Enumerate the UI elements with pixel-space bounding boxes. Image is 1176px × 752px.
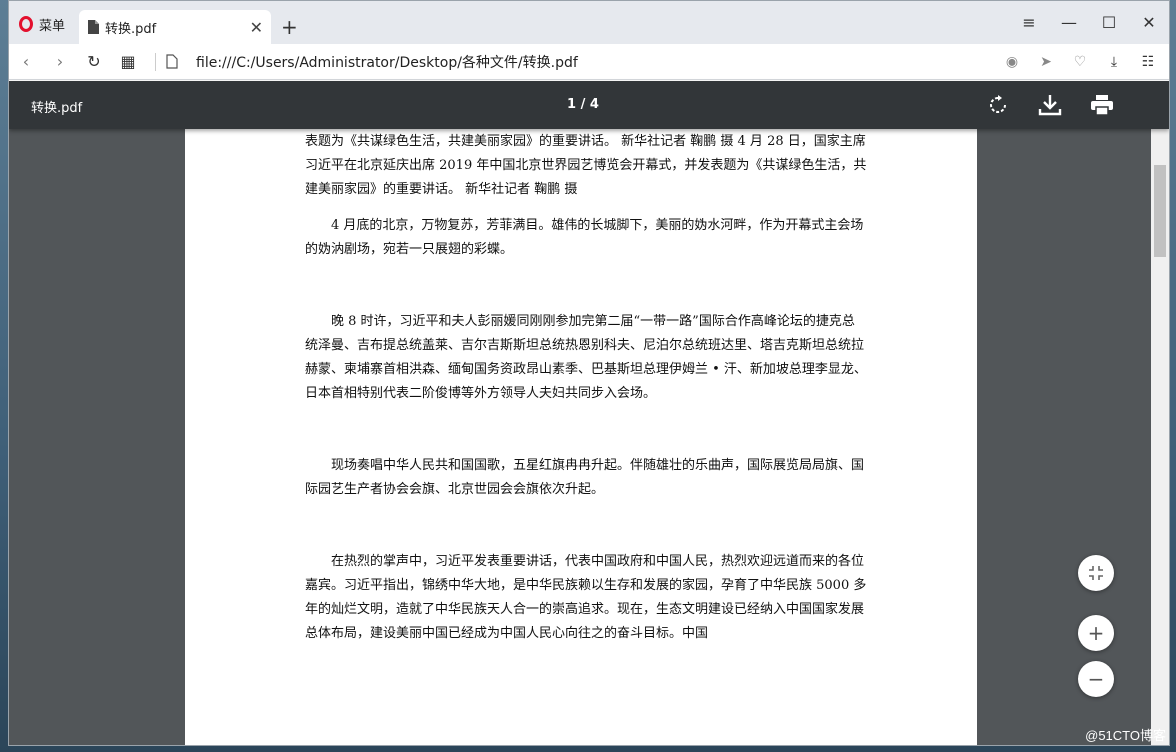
address-bar: ‹ › ↻ ▦ file:///C:/Users/Administrator/D… xyxy=(9,44,1169,80)
zoom-out-button[interactable]: − xyxy=(1078,661,1114,697)
tab-close-icon[interactable]: ✕ xyxy=(250,18,263,37)
menu-label: 菜单 xyxy=(39,18,66,34)
paragraph: 在热烈的掌声中，习近平发表重要讲话，代表中国政府和中国人民，热烈欢迎远道而来的各… xyxy=(305,554,867,641)
snapshot-icon[interactable]: ◉ xyxy=(997,54,1027,70)
page-info-icon[interactable] xyxy=(166,54,178,69)
download-icon[interactable]: ⤓ xyxy=(1099,54,1129,70)
window-controls: ≡ — ☐ ✕ xyxy=(1009,9,1169,35)
tab-active[interactable]: 转换.pdf ✕ xyxy=(79,10,271,44)
scrollbar-thumb[interactable] xyxy=(1154,165,1166,257)
opera-logo-icon xyxy=(19,16,33,32)
paragraph: 现场奏唱中华人民共和国国歌，五星红旗冉冉升起。伴随雄壮的乐曲声，国际展览局局旗、… xyxy=(305,458,865,497)
opera-menu-button[interactable]: 菜单 xyxy=(13,11,71,37)
close-window-button[interactable]: ✕ xyxy=(1129,9,1169,35)
speed-dial-icon[interactable]: ▦ xyxy=(111,52,145,71)
fit-to-page-button[interactable] xyxy=(1078,555,1114,591)
pdf-download-icon[interactable] xyxy=(1035,91,1065,119)
reload-icon[interactable]: ↻ xyxy=(77,52,111,71)
maximize-button[interactable]: ☐ xyxy=(1089,9,1129,35)
tab-title: 转换.pdf xyxy=(105,21,157,37)
browser-window: 菜单 转换.pdf ✕ + ≡ — ☐ ✕ ‹ › ↻ ▦ file:///C:… xyxy=(8,0,1170,746)
pdf-toolbar: 转换.pdf 1 / 4 xyxy=(9,81,1169,129)
rotate-icon[interactable] xyxy=(983,91,1013,119)
paragraph: 晚 8 时许，习近平和夫人彭丽媛同刚刚参加完第二届“一带一路”国际合作高峰论坛的… xyxy=(305,314,867,401)
scrollbar[interactable] xyxy=(1151,129,1169,745)
page-indicator: 1 / 4 xyxy=(567,97,599,112)
divider xyxy=(155,52,156,71)
paragraph: 4 月底的北京，万物复苏，芳菲满目。雄伟的长城脚下，美丽的妫水河畔，作为开幕式主… xyxy=(305,218,864,257)
heart-icon[interactable]: ♡ xyxy=(1065,54,1095,70)
minimize-button[interactable]: — xyxy=(1049,9,1089,35)
watermark: @51CTO博客 xyxy=(1085,728,1166,743)
send-icon[interactable]: ➤ xyxy=(1031,54,1061,70)
easy-setup-icon[interactable]: ☷ xyxy=(1133,54,1163,70)
fit-page-icon xyxy=(1089,566,1103,580)
document-icon xyxy=(88,20,99,34)
tab-bar: 菜单 转换.pdf ✕ + ≡ — ☐ ✕ xyxy=(9,1,1169,44)
forward-icon[interactable]: › xyxy=(43,52,77,71)
zoom-in-button[interactable]: + xyxy=(1078,615,1114,651)
new-tab-button[interactable]: + xyxy=(281,15,298,39)
pdf-file-name: 转换.pdf xyxy=(31,101,83,116)
pdf-page: 表题为《共谋绿色生活，共建美丽家园》的重要讲话。 新华社记者 鞠鹏 摄 4 月 … xyxy=(185,129,977,745)
pdf-tools xyxy=(983,91,1117,119)
url-field[interactable]: file:///C:/Users/Administrator/Desktop/各… xyxy=(196,52,997,72)
print-icon[interactable] xyxy=(1087,91,1117,119)
address-bar-actions: ◉ ➤ ♡ ⤓ ☷ xyxy=(997,54,1163,70)
pdf-viewer: 表题为《共谋绿色生活，共建美丽家园》的重要讲话。 新华社记者 鞠鹏 摄 4 月 … xyxy=(9,129,1153,745)
tab-menu-icon[interactable]: ≡ xyxy=(1009,9,1049,35)
back-icon[interactable]: ‹ xyxy=(9,52,43,71)
paragraph: 表题为《共谋绿色生活，共建美丽家园》的重要讲话。 新华社记者 鞠鹏 摄 4 月 … xyxy=(305,134,867,197)
